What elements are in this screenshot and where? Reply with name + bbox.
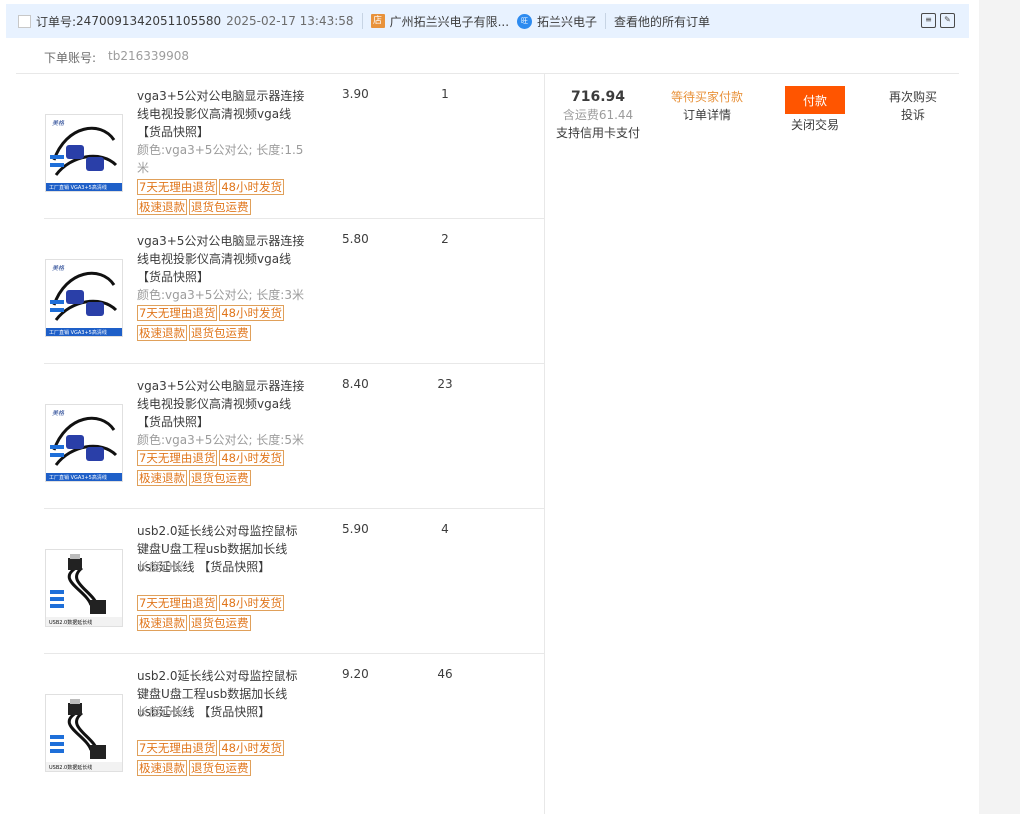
order-number: 2470091342051105580 [76,14,222,28]
order-date: 2025-02-17 13:43:58 [226,14,354,28]
unit-price: 9.20 [342,667,369,681]
scrollbar[interactable] [979,0,1020,814]
service-tag[interactable]: 退货包运费 [189,615,251,631]
product-title-link[interactable]: vga3+5公对公电脑显示器连接线电视投影仪高清视频vga线【货品快照】 [137,232,305,286]
service-tags: 7天无理由退货 48小时发货极速退款 退货包运费 [137,450,307,490]
product-spec: 长度:5米 [137,705,185,719]
thumb-caption-text: 工厂直销 VGA3+5高清线 [49,329,107,336]
service-tag[interactable]: 48小时发货 [219,595,284,611]
service-tag[interactable]: 退货包运费 [189,199,251,215]
unit-price: 8.40 [342,377,369,391]
pay-button[interactable]: 付款 [785,86,845,114]
service-tag[interactable]: 48小时发货 [219,179,284,195]
total-price: 716.94 [570,89,626,105]
order-item: USB2.0数据延长线 usb2.0延长线公对母监控鼠标键盘U盘工程usb数据加… [44,654,544,798]
service-tag[interactable]: 退货包运费 [189,760,251,776]
service-tag[interactable]: 48小时发货 [219,450,284,466]
snapshot-link[interactable]: 【货品快照】 [137,415,209,429]
unit-price: 3.90 [342,87,369,101]
thumb-brand-text: 美格 [52,409,65,417]
order-summary: 716.94 含运费61.44 支持信用卡支付 [550,88,646,142]
service-tags: 7天无理由退货 48小时发货极速退款 退货包运费 [137,595,307,635]
product-title-text[interactable]: vga3+5公对公电脑显示器连接线电视投影仪高清视频vga线 [137,379,304,411]
product-spec: 长度:3米 [137,560,185,574]
edit-icon[interactable]: ✎ [940,13,955,28]
extra-actions: 再次购买 投诉 [880,88,946,124]
product-title-link[interactable]: vga3+5公对公电脑显示器连接线电视投影仪高清视频vga线【货品快照】 [137,377,305,431]
order-status: 等待买家付款 订单详情 [664,88,750,124]
service-tag[interactable]: 48小时发货 [219,305,284,321]
shop-icon: 店 [370,14,385,28]
product-title-text[interactable]: vga3+5公对公电脑显示器连接线电视投影仪高清视频vga线 [137,89,304,121]
thumb-brand-text: 美格 [52,119,65,127]
seller-name-link[interactable]: 拓兰兴电子 [537,13,597,30]
thumb-caption-text: USB2.0数据延长线 [49,619,92,626]
service-tag[interactable]: 7天无理由退货 [137,450,218,466]
close-trade-link[interactable]: 关闭交易 [782,116,848,134]
product-title-link[interactable]: vga3+5公对公电脑显示器连接线电视投影仪高清视频vga线【货品快照】 [137,87,305,141]
service-tag[interactable]: 极速退款 [137,199,187,215]
thumb-caption-text: USB2.0数据延长线 [49,764,92,771]
product-spec: 颜色:vga3+5公对公; 长度:3米 [137,288,304,302]
service-tag[interactable]: 极速退款 [137,760,187,776]
quantity: 4 [441,522,449,536]
product-title-text[interactable]: vga3+5公对公电脑显示器连接线电视投影仪高清视频vga线 [137,234,304,266]
select-order-checkbox[interactable] [18,14,31,28]
product-thumbnail[interactable]: 美格 工厂直销 VGA3+5高清线 [45,114,123,192]
order-header: 订单号: 2470091342051105580 2025-02-17 13:4… [6,4,969,38]
service-tags: 7天无理由退货 48小时发货极速退款 退货包运费 [137,179,307,219]
service-tag[interactable]: 7天无理由退货 [137,740,218,756]
quantity: 23 [437,377,453,391]
complain-link[interactable]: 投诉 [880,106,946,124]
snapshot-link[interactable]: 【货品快照】 [137,125,209,139]
thumb-caption-text: 工厂直销 VGA3+5高清线 [49,184,107,191]
order-item: 美格 工厂直销 VGA3+5高清线 vga3+5公对公电脑显示器连接线电视投影仪… [44,364,544,509]
order-item: 美格 工厂直销 VGA3+5高清线 vga3+5公对公电脑显示器连接线电视投影仪… [44,219,544,364]
order-number-label: 订单号: [36,14,77,29]
message-icon[interactable]: ≡ [921,13,936,28]
thumb-caption-text: 工厂直销 VGA3+5高清线 [49,474,107,481]
divider [361,13,363,29]
service-tag[interactable]: 7天无理由退货 [137,305,218,321]
account-row: 下单账号: tb216339908 [16,38,959,74]
product-thumbnail[interactable]: USB2.0数据延长线 [45,549,123,627]
rebuy-link[interactable]: 再次购买 [880,88,946,106]
order-detail-link[interactable]: 订单详情 [664,106,750,124]
quantity: 2 [441,232,449,246]
account-label: 下单账号: [44,51,97,65]
product-thumbnail[interactable]: 美格 工厂直销 VGA3+5高清线 [45,404,123,482]
service-tag[interactable]: 退货包运费 [189,325,251,341]
product-spec: 颜色:vga3+5公对公; 长度:1.5米 [137,143,304,175]
product-spec: 颜色:vga3+5公对公; 长度:5米 [137,433,304,447]
service-tag[interactable]: 极速退款 [137,615,187,631]
service-tag[interactable]: 7天无理由退货 [137,179,218,195]
wangwang-icon[interactable]: 旺 [517,13,533,29]
service-tags: 7天无理由退货 48小时发货极速退款 退货包运费 [137,740,307,780]
service-tag[interactable]: 退货包运费 [189,470,251,486]
quantity: 1 [441,87,449,101]
account-value: tb216339908 [108,49,190,63]
product-thumbnail[interactable]: 美格 工厂直销 VGA3+5高清线 [45,259,123,337]
credit-card-support: 支持信用卡支付 [555,126,640,140]
order-item: USB2.0数据延长线 usb2.0延长线公对母监控鼠标键盘U盘工程usb数据加… [44,509,544,654]
quantity: 46 [437,667,453,681]
service-tag[interactable]: 7天无理由退货 [137,595,218,611]
divider [605,13,607,29]
service-tag[interactable]: 极速退款 [137,325,187,341]
product-thumbnail[interactable]: USB2.0数据延长线 [45,694,123,772]
status-text: 等待买家付款 [670,90,743,104]
unit-price: 5.90 [342,522,369,536]
service-tag[interactable]: 极速退款 [137,470,187,486]
thumb-brand-text: 美格 [52,264,65,272]
snapshot-link[interactable]: 【货品快照】 [137,270,209,284]
shipping-fee: 含运费61.44 [562,108,634,122]
view-all-orders-link[interactable]: 查看他的所有订单 [614,13,710,30]
items-column: 美格 工厂直销 VGA3+5高清线 vga3+5公对公电脑显示器连接线电视投影仪… [16,74,545,814]
order-actions: 付款 关闭交易 [782,86,848,134]
unit-price: 5.80 [342,232,369,246]
service-tags: 7天无理由退货 48小时发货极速退款 退货包运费 [137,305,307,345]
service-tag[interactable]: 48小时发货 [219,740,284,756]
shop-name-link[interactable]: 广州拓兰兴电子有限... [390,13,509,30]
order-item: 美格 工厂直销 VGA3+5高清线 vga3+5公对公电脑显示器连接线电视投影仪… [44,74,544,219]
